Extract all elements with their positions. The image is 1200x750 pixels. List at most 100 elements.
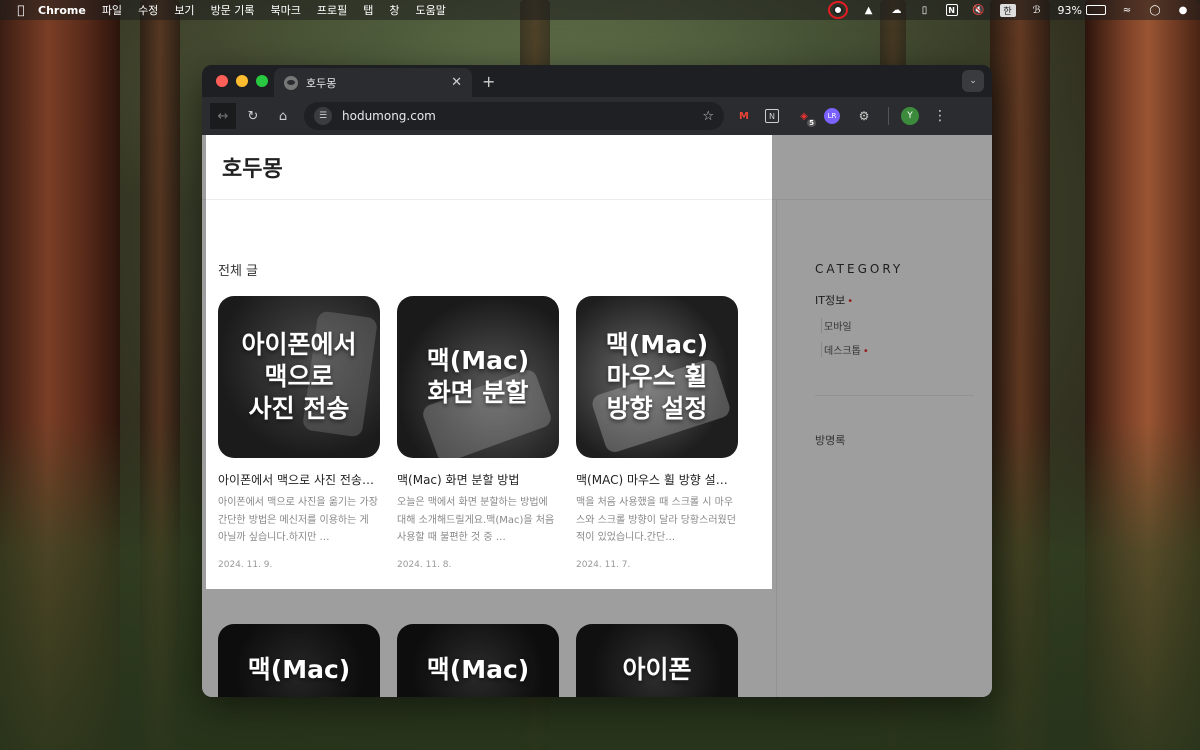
tab-title: 호두몽 xyxy=(306,76,337,90)
thumbnail-caption: 아이폰 xyxy=(622,655,692,684)
sidebar: CATEGORY IT정보 • 모바일 데스크톱 • 방명록 xyxy=(776,200,992,697)
menu-tab[interactable]: 탭 xyxy=(355,2,381,18)
post-thumbnail[interactable]: 맥(Mac) 화면 분할 xyxy=(397,296,559,458)
battery-status[interactable]: 93% xyxy=(1058,4,1106,17)
clipboard-icon[interactable]: ▯ xyxy=(918,4,932,16)
category-heading: CATEGORY xyxy=(815,262,904,276)
post-date: 2024. 11. 8. xyxy=(397,560,452,570)
thumbnail-caption: 아이폰에서 맥으로 사진 전송 xyxy=(241,330,357,423)
post-title[interactable]: 아이폰에서 맥으로 사진 전송하는 방법 xyxy=(218,471,380,488)
post-thumbnail[interactable]: 맥(Mac) xyxy=(397,624,559,697)
input-source-indicator[interactable]: 한 xyxy=(999,3,1016,17)
new-post-dot: • xyxy=(862,346,869,357)
post-thumbnail[interactable]: 아이폰에서 맥으로 사진 전송 xyxy=(218,296,380,458)
thumbnail-caption: 맥(Mac) xyxy=(426,655,530,684)
post-thumbnail[interactable]: 아이폰 xyxy=(576,624,738,697)
notion-icon[interactable]: N xyxy=(945,4,958,16)
screen-record-icon[interactable] xyxy=(827,1,848,19)
post-title[interactable]: 맥(Mac) 화면 분할 방법 xyxy=(397,471,559,488)
menu-file[interactable]: 파일 xyxy=(94,2,130,18)
language-reactor-extension-icon[interactable]: LR xyxy=(824,108,840,124)
subcategory-item-mobile[interactable]: 모바일 xyxy=(821,318,992,333)
site-header: 호두몽 xyxy=(202,135,992,200)
menu-history[interactable]: 방문 기록 xyxy=(203,2,263,18)
page-viewport: 호두몽 전체 글 아이폰에서 맥으로 사진 전송 아이폰에서 맥으로 사진 전송… xyxy=(202,135,992,697)
site-favicon-icon xyxy=(284,75,298,90)
menu-edit[interactable]: 수정 xyxy=(130,2,166,18)
thumbnail-caption: 맥(Mac) 화면 분할 xyxy=(426,346,530,407)
menu-view[interactable]: 보기 xyxy=(166,2,202,18)
battery-percent: 93% xyxy=(1057,3,1082,17)
browser-toolbar: ← → ↻ ⌂ ☰ hodumong.com ☆ M N ◈ 5 LR ⚙ Y ⋮ xyxy=(202,97,992,135)
new-post-dot: • xyxy=(847,296,854,307)
ublock-extension-icon[interactable]: ◈ 5 xyxy=(792,104,816,128)
menu-help[interactable]: 도움말 xyxy=(408,2,454,18)
menu-window[interactable]: 창 xyxy=(381,2,407,18)
menu-bookmarks[interactable]: 북마크 xyxy=(263,2,309,18)
address-bar[interactable]: ☰ hodumong.com ☆ xyxy=(304,102,724,130)
battery-icon xyxy=(1086,5,1106,15)
subcategory-item-desktop[interactable]: 데스크톱 • xyxy=(821,342,992,357)
menu-bar-status-area: ▲ ☁ ▯ N 🔇 한 ℬ 93% ≈ ◯ ● xyxy=(827,1,1190,19)
post-thumbnail[interactable]: 맥(Mac) 마우스 휠 방향 설정 xyxy=(576,296,738,458)
post-date: 2024. 11. 7. xyxy=(576,560,631,570)
apple-logo-icon[interactable]:  xyxy=(10,3,32,17)
post-excerpt: 아이폰에서 맥으로 사진을 옮기는 가장 간단한 방법은 메신저를 이용하는 게… xyxy=(218,497,378,543)
bluetooth-icon[interactable]: ℬ xyxy=(1030,4,1044,16)
sidebar-divider xyxy=(815,395,974,396)
chrome-window: 호두몽 ✕ + ⌄ ← → ↻ ⌂ ☰ hodumong.com ☆ M N ◈… xyxy=(202,65,992,697)
menu-app-name[interactable]: Chrome xyxy=(32,4,94,17)
ublock-badge: 5 xyxy=(807,119,816,127)
post-grid: 아이폰에서 맥으로 사진 전송 아이폰에서 맥으로 사진 전송하는 방법 아이폰… xyxy=(218,296,776,570)
post-excerpt: 오늘은 맥에서 화면 분할하는 방법에 대해 소개해드릴게요.맥(Mac)을 처… xyxy=(397,497,555,543)
control-center-icon[interactable]: ◯ xyxy=(1148,4,1162,16)
thumbnail-caption: 맥(Mac) 마우스 휠 방향 설정 xyxy=(605,330,709,423)
category-item-it[interactable]: IT정보 • xyxy=(815,292,992,308)
speaker-muted-icon[interactable]: 🔇 xyxy=(972,4,986,16)
category-label: IT정보 xyxy=(815,294,846,307)
bookmark-star-icon[interactable]: ☆ xyxy=(702,109,714,124)
guestbook-link[interactable]: 방명록 xyxy=(815,432,992,448)
macos-menu-bar:  Chrome 파일 수정 보기 방문 기록 북마크 프로필 탭 창 도움말 … xyxy=(0,0,1200,20)
post-excerpt: 맥을 처음 사용했을 때 스크롤 시 마우스와 스크롤 방향이 달라 당황스러웠… xyxy=(576,497,736,543)
gmail-extension-icon[interactable]: M xyxy=(732,104,756,128)
tab-strip: 호두몽 ✕ + ⌄ xyxy=(202,65,992,97)
section-title: 전체 글 xyxy=(218,264,259,279)
site-info-icon[interactable]: ☰ xyxy=(314,107,332,125)
post-thumbnail[interactable]: 맥(Mac) xyxy=(218,624,380,697)
notion-extension-icon[interactable]: N xyxy=(765,109,779,123)
close-tab-icon[interactable]: ✕ xyxy=(451,75,462,90)
post-title[interactable]: 맥(MAC) 마우스 휠 방향 설정 방법 xyxy=(576,471,738,488)
post-card[interactable]: 맥(Mac) 화면 분할 맥(Mac) 화면 분할 방법 오늘은 맥에서 화면 … xyxy=(397,296,559,570)
home-icon[interactable]: ⌂ xyxy=(270,103,296,129)
drive-icon[interactable]: ▲ xyxy=(862,4,876,16)
post-card[interactable]: 맥(Mac) 마우스 휠 방향 설정 맥(MAC) 마우스 휠 방향 설정 방법… xyxy=(576,296,738,570)
tab-search-chevron-icon[interactable]: ⌄ xyxy=(962,70,984,92)
reload-icon[interactable]: ↻ xyxy=(240,103,266,129)
extensions-puzzle-icon[interactable]: ⚙ xyxy=(852,104,876,128)
cloud-sync-icon[interactable]: ☁ xyxy=(890,4,904,16)
browser-tab-active[interactable]: 호두몽 ✕ xyxy=(274,68,472,97)
site-title[interactable]: 호두몽 xyxy=(222,151,283,183)
url-text[interactable]: hodumong.com xyxy=(342,109,692,123)
post-date: 2024. 11. 9. xyxy=(218,560,273,570)
more-menu-icon[interactable]: ⋮ xyxy=(933,108,947,124)
back-arrow-icon[interactable]: ← xyxy=(210,103,236,129)
post-grid-next-row: 맥(Mac) 맥(Mac) 아이폰 xyxy=(218,624,776,697)
thumbnail-caption: 맥(Mac) xyxy=(247,655,351,684)
page-content: 전체 글 아이폰에서 맥으로 사진 전송 아이폰에서 맥으로 사진 전송하는 방… xyxy=(202,200,992,697)
subcategory-label: 데스크톱 xyxy=(824,346,861,357)
post-list-section: 전체 글 아이폰에서 맥으로 사진 전송 아이폰에서 맥으로 사진 전송하는 방… xyxy=(202,200,776,697)
menu-profiles[interactable]: 프로필 xyxy=(309,2,355,18)
new-tab-icon[interactable]: + xyxy=(482,72,495,91)
window-controls xyxy=(216,75,268,87)
minimize-window-button[interactable] xyxy=(236,75,248,87)
toolbar-divider xyxy=(888,107,889,125)
wifi-icon[interactable]: ≈ xyxy=(1120,4,1134,16)
subcategory-label: 모바일 xyxy=(824,322,852,333)
post-card[interactable]: 아이폰에서 맥으로 사진 전송 아이폰에서 맥으로 사진 전송하는 방법 아이폰… xyxy=(218,296,380,570)
profile-avatar[interactable]: Y xyxy=(901,107,919,125)
close-window-button[interactable] xyxy=(216,75,228,87)
fullscreen-window-button[interactable] xyxy=(256,75,268,87)
siri-icon[interactable]: ● xyxy=(1176,4,1190,16)
